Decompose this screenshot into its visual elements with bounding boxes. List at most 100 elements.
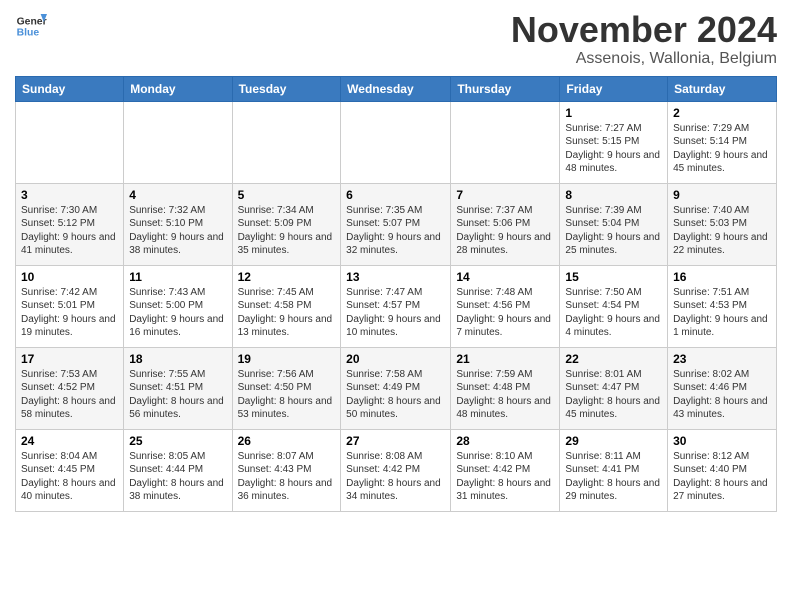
day-number: 16: [673, 270, 771, 284]
calendar-cell: 1 Sunrise: 7:27 AMSunset: 5:15 PMDaylight…: [560, 101, 668, 183]
day-info: Sunrise: 7:34 AMSunset: 5:09 PMDaylight:…: [238, 204, 336, 258]
day-info: Sunrise: 8:07 AMSunset: 4:43 PMDaylight:…: [238, 450, 336, 504]
calendar-cell: 9 Sunrise: 7:40 AMSunset: 5:03 PMDaylight…: [668, 183, 777, 265]
day-info: Sunrise: 7:48 AMSunset: 4:56 PMDaylight:…: [456, 286, 554, 340]
calendar-cell: 27 Sunrise: 8:08 AMSunset: 4:42 PMDayligh…: [341, 429, 451, 511]
day-info: Sunrise: 7:55 AMSunset: 4:51 PMDaylight:…: [129, 368, 226, 422]
calendar-cell: 24Sunrise: 8:04 AMSunset: 4:45 PMDayligh…: [16, 429, 124, 511]
day-info: Sunrise: 7:42 AMSunset: 5:01 PMDaylight:…: [21, 286, 118, 340]
calendar-cell: 3Sunrise: 7:30 AMSunset: 5:12 PMDaylight…: [16, 183, 124, 265]
calendar-cell: [232, 101, 341, 183]
calendar-week-3: 10 Sunrise: 7:42 AMSunset: 5:01 PMDayligh…: [16, 265, 777, 347]
day-number: 29: [565, 434, 662, 448]
calendar-cell: 8 Sunrise: 7:39 AMSunset: 5:04 PMDaylight…: [560, 183, 668, 265]
day-number: 30: [673, 434, 771, 448]
day-info: Sunrise: 7:56 AMSunset: 4:50 PMDaylight:…: [238, 368, 336, 422]
day-info: Sunrise: 8:04 AMSunset: 4:45 PMDaylight:…: [21, 450, 118, 504]
svg-text:Blue: Blue: [17, 28, 40, 39]
day-info: Sunrise: 7:37 AMSunset: 5:06 PMDaylight:…: [456, 204, 554, 258]
day-header-tuesday: Tuesday: [232, 76, 341, 101]
day-number: 11: [129, 270, 226, 284]
day-number: 22: [565, 352, 662, 366]
day-number: 27: [346, 434, 445, 448]
calendar-cell: 12 Sunrise: 7:45 AMSunset: 4:58 PMDayligh…: [232, 265, 341, 347]
calendar-cell: 23 Sunrise: 8:02 AMSunset: 4:46 PMDayligh…: [668, 347, 777, 429]
calendar-cell: [124, 101, 232, 183]
day-number: 4: [129, 188, 226, 202]
day-number: 2: [673, 106, 771, 120]
day-number: 18: [129, 352, 226, 366]
calendar-week-5: 24Sunrise: 8:04 AMSunset: 4:45 PMDayligh…: [16, 429, 777, 511]
day-number: 7: [456, 188, 554, 202]
calendar-cell: 28 Sunrise: 8:10 AMSunset: 4:42 PMDayligh…: [451, 429, 560, 511]
day-number: 9: [673, 188, 771, 202]
day-info: Sunrise: 8:11 AMSunset: 4:41 PMDaylight:…: [565, 450, 662, 504]
calendar-cell: 20 Sunrise: 7:58 AMSunset: 4:49 PMDayligh…: [341, 347, 451, 429]
calendar-cell: 14 Sunrise: 7:48 AMSunset: 4:56 PMDayligh…: [451, 265, 560, 347]
calendar-cell: [341, 101, 451, 183]
day-info: Sunrise: 7:29 AMSunset: 5:14 PMDaylight:…: [673, 122, 771, 176]
day-info: Sunrise: 7:27 AMSunset: 5:15 PMDaylight:…: [565, 122, 662, 176]
day-info: Sunrise: 7:50 AMSunset: 4:54 PMDaylight:…: [565, 286, 662, 340]
day-info: Sunrise: 7:47 AMSunset: 4:57 PMDaylight:…: [346, 286, 445, 340]
day-number: 23: [673, 352, 771, 366]
day-header-monday: Monday: [124, 76, 232, 101]
day-header-sunday: Sunday: [16, 76, 124, 101]
day-number: 20: [346, 352, 445, 366]
calendar-cell: 25 Sunrise: 8:05 AMSunset: 4:44 PMDayligh…: [124, 429, 232, 511]
day-info: Sunrise: 8:01 AMSunset: 4:47 PMDaylight:…: [565, 368, 662, 422]
day-number: 26: [238, 434, 336, 448]
day-number: 28: [456, 434, 554, 448]
calendar-cell: 11 Sunrise: 7:43 AMSunset: 5:00 PMDayligh…: [124, 265, 232, 347]
day-header-saturday: Saturday: [668, 76, 777, 101]
calendar-week-2: 3Sunrise: 7:30 AMSunset: 5:12 PMDaylight…: [16, 183, 777, 265]
calendar-cell: 30Sunrise: 8:12 AMSunset: 4:40 PMDayligh…: [668, 429, 777, 511]
day-number: 6: [346, 188, 445, 202]
day-info: Sunrise: 7:45 AMSunset: 4:58 PMDaylight:…: [238, 286, 336, 340]
day-info: Sunrise: 8:10 AMSunset: 4:42 PMDaylight:…: [456, 450, 554, 504]
day-header-wednesday: Wednesday: [341, 76, 451, 101]
calendar-cell: 10 Sunrise: 7:42 AMSunset: 5:01 PMDayligh…: [16, 265, 124, 347]
calendar-cell: 13Sunrise: 7:47 AMSunset: 4:57 PMDayligh…: [341, 265, 451, 347]
day-number: 12: [238, 270, 336, 284]
calendar-cell: 26 Sunrise: 8:07 AMSunset: 4:43 PMDayligh…: [232, 429, 341, 511]
day-number: 19: [238, 352, 336, 366]
day-info: Sunrise: 8:05 AMSunset: 4:44 PMDaylight:…: [129, 450, 226, 504]
main-container: General Blue November 2024 Assenois, Wal…: [0, 0, 792, 522]
day-info: Sunrise: 7:39 AMSunset: 5:04 PMDaylight:…: [565, 204, 662, 258]
day-header-friday: Friday: [560, 76, 668, 101]
calendar-cell: 19 Sunrise: 7:56 AMSunset: 4:50 PMDayligh…: [232, 347, 341, 429]
day-info: Sunrise: 7:43 AMSunset: 5:00 PMDaylight:…: [129, 286, 226, 340]
day-number: 1: [565, 106, 662, 120]
day-info: Sunrise: 7:53 AMSunset: 4:52 PMDaylight:…: [21, 368, 118, 422]
calendar-week-1: 1 Sunrise: 7:27 AMSunset: 5:15 PMDaylight…: [16, 101, 777, 183]
calendar-cell: 22 Sunrise: 8:01 AMSunset: 4:47 PMDayligh…: [560, 347, 668, 429]
header: General Blue November 2024 Assenois, Wal…: [15, 10, 777, 68]
calendar-cell: 6Sunrise: 7:35 AMSunset: 5:07 PMDaylight…: [341, 183, 451, 265]
day-header-thursday: Thursday: [451, 76, 560, 101]
logo: General Blue: [15, 10, 47, 42]
day-info: Sunrise: 7:51 AMSunset: 4:53 PMDaylight:…: [673, 286, 771, 340]
day-number: 8: [565, 188, 662, 202]
calendar-header-row: SundayMondayTuesdayWednesdayThursdayFrid…: [16, 76, 777, 101]
calendar-cell: 2 Sunrise: 7:29 AMSunset: 5:14 PMDaylight…: [668, 101, 777, 183]
day-info: Sunrise: 8:08 AMSunset: 4:42 PMDaylight:…: [346, 450, 445, 504]
location: Assenois, Wallonia, Belgium: [511, 50, 777, 68]
day-number: 3: [21, 188, 118, 202]
day-info: Sunrise: 7:32 AMSunset: 5:10 PMDaylight:…: [129, 204, 226, 258]
day-number: 14: [456, 270, 554, 284]
calendar-cell: 7 Sunrise: 7:37 AMSunset: 5:06 PMDaylight…: [451, 183, 560, 265]
calendar-cell: 29 Sunrise: 8:11 AMSunset: 4:41 PMDayligh…: [560, 429, 668, 511]
day-number: 25: [129, 434, 226, 448]
calendar-cell: 15Sunrise: 7:50 AMSunset: 4:54 PMDayligh…: [560, 265, 668, 347]
day-number: 21: [456, 352, 554, 366]
day-number: 10: [21, 270, 118, 284]
calendar-cell: 21Sunrise: 7:59 AMSunset: 4:48 PMDayligh…: [451, 347, 560, 429]
calendar-cell: [451, 101, 560, 183]
day-info: Sunrise: 7:40 AMSunset: 5:03 PMDaylight:…: [673, 204, 771, 258]
calendar-cell: 5Sunrise: 7:34 AMSunset: 5:09 PMDaylight…: [232, 183, 341, 265]
calendar-week-4: 17Sunrise: 7:53 AMSunset: 4:52 PMDayligh…: [16, 347, 777, 429]
day-info: Sunrise: 8:02 AMSunset: 4:46 PMDaylight:…: [673, 368, 771, 422]
calendar-cell: 16 Sunrise: 7:51 AMSunset: 4:53 PMDayligh…: [668, 265, 777, 347]
day-info: Sunrise: 7:58 AMSunset: 4:49 PMDaylight:…: [346, 368, 445, 422]
